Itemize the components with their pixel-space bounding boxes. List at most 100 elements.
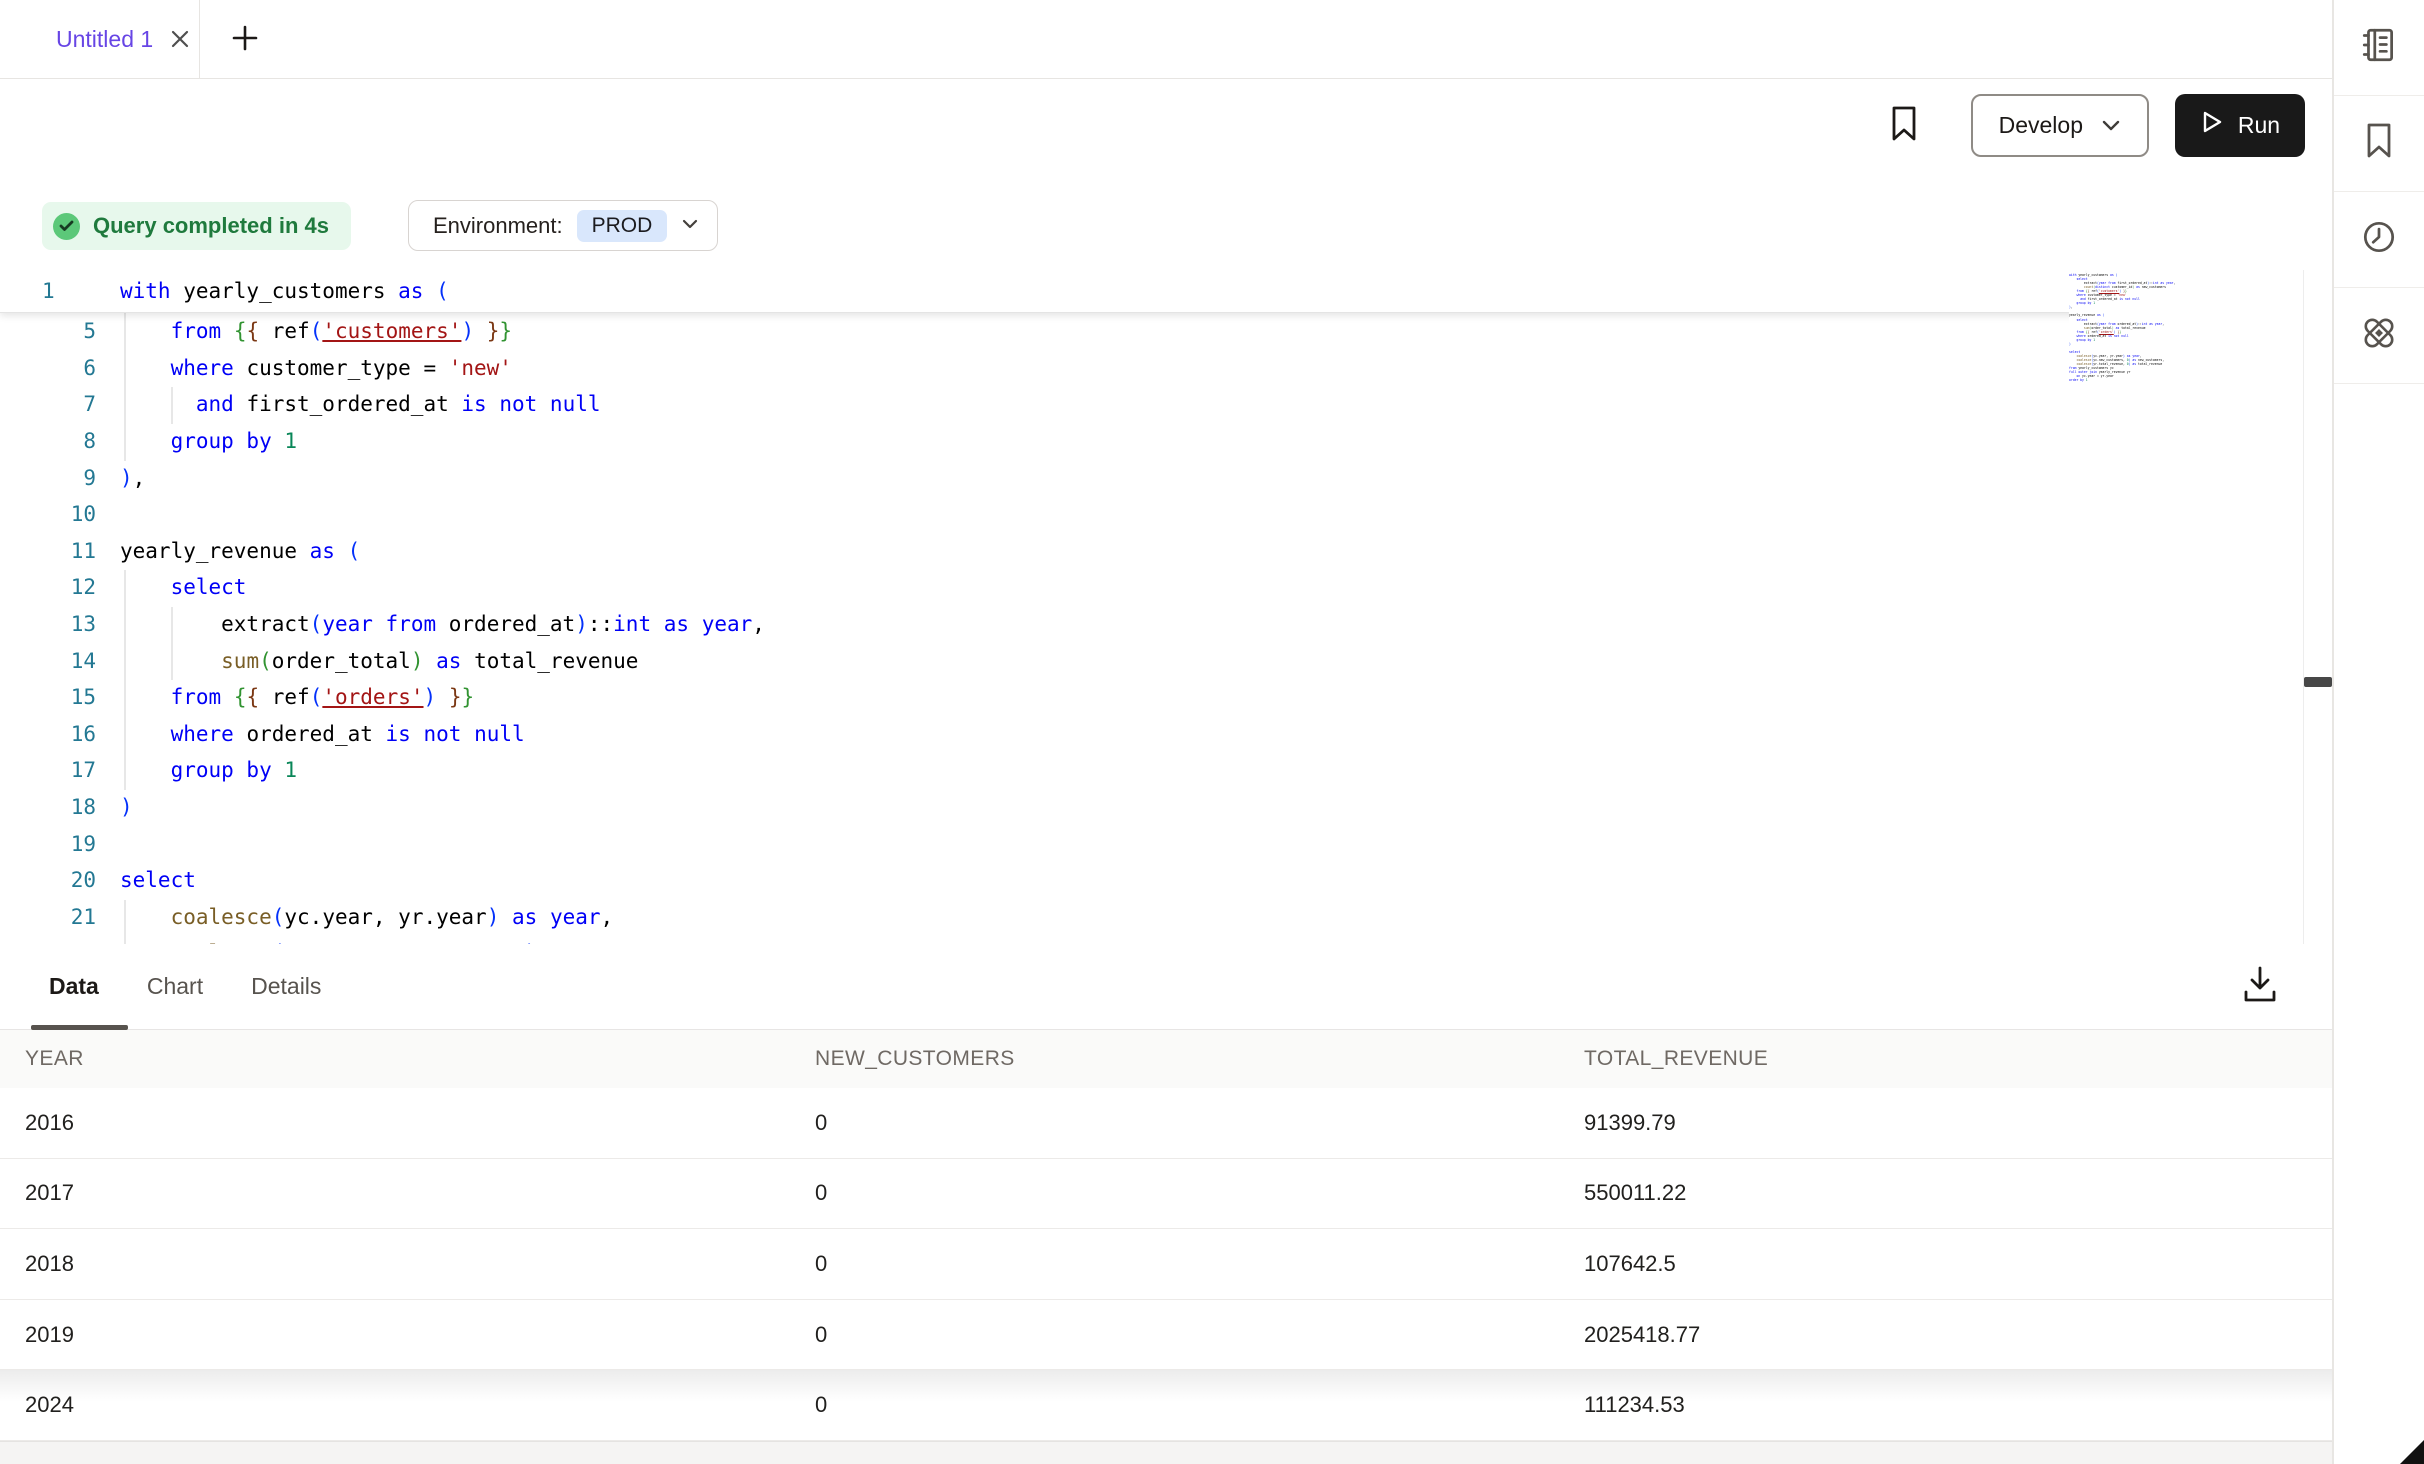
code-line-15[interactable]: 15 from {{ ref('orders') }} <box>0 679 2060 716</box>
code-line-16[interactable]: 16 where ordered_at is not null <box>0 716 2060 753</box>
history-clock-icon <box>2359 217 2399 262</box>
line-number: 20 <box>0 868 96 892</box>
code-line-13[interactable]: 13 extract(year from ordered_at)::int as… <box>0 606 2060 643</box>
table-cell: 91399.79 <box>1584 1110 2332 1136</box>
code-line-11[interactable]: 11yearly_revenue as ( <box>0 533 2060 570</box>
tab-bar: Untitled 1 <box>0 0 2332 79</box>
code-line-5[interactable]: 5 from {{ ref('customers') }} <box>0 313 2060 350</box>
right-icon-rail <box>2332 0 2424 1464</box>
table-row-2019: 201902025418.77 <box>0 1300 2332 1371</box>
active-tab-underline <box>31 1025 128 1030</box>
dbt-logo-icon <box>2358 312 2400 359</box>
table-row-2024: 20240111234.53 <box>0 1370 2332 1441</box>
line-number: 12 <box>0 575 96 599</box>
run-label: Run <box>2238 112 2280 139</box>
rail-item-dbt[interactable] <box>2334 288 2424 384</box>
code-line-10[interactable]: 10 <box>0 496 2060 533</box>
download-button[interactable] <box>2238 965 2282 1009</box>
line-number: 13 <box>0 612 96 636</box>
line-number: 6 <box>0 356 96 380</box>
chevron-down-icon <box>2101 112 2121 139</box>
code-line-21[interactable]: 21 coalesce(yc.year, yr.year) as year, <box>0 899 2060 936</box>
table-cell: 2024 <box>25 1392 815 1418</box>
line-number: 18 <box>0 795 96 819</box>
query-status-text: Query completed in 4s <box>93 213 329 239</box>
chevron-down-icon <box>681 217 699 235</box>
code-line-22[interactable]: 22 coalesce(yc.new_customers, 0) as new_… <box>0 935 2060 944</box>
code-line-20[interactable]: 20select <box>0 862 2060 899</box>
rail-item-bookmarks[interactable] <box>2334 96 2424 192</box>
sql-code-editor[interactable]: 5 from {{ ref('customers') }}6 where cus… <box>0 270 2332 944</box>
ref-link[interactable]: 'orders' <box>322 685 423 709</box>
line-number: 16 <box>0 722 96 746</box>
sql-ide-window: Untitled 1 Develop <box>0 0 2424 1464</box>
develop-label: Develop <box>1999 112 2083 139</box>
code-line-9[interactable]: 9), <box>0 459 2060 496</box>
close-icon[interactable] <box>169 28 191 50</box>
results-tab-data[interactable]: Data <box>49 973 99 1000</box>
tab-untitled-1[interactable]: Untitled 1 <box>0 0 200 78</box>
scrollbar-thumb[interactable] <box>2304 677 2332 687</box>
code-line-18[interactable]: 18) <box>0 789 2060 826</box>
code-line-6[interactable]: 6 where customer_type = 'new' <box>0 350 2060 387</box>
table-cell: 2019 <box>25 1322 815 1348</box>
code-line-14[interactable]: 14 sum(order_total) as total_revenue <box>0 642 2060 679</box>
indent-guide <box>124 313 126 461</box>
table-row-2018: 20180107642.5 <box>0 1229 2332 1300</box>
new-tab-button[interactable] <box>200 0 290 78</box>
table-cell: 0 <box>815 1110 1584 1136</box>
table-body: 2016091399.7920170550011.2220180107642.5… <box>0 1088 2332 1441</box>
code-line-19[interactable]: 19 <box>0 825 2060 862</box>
results-tab-chart[interactable]: Chart <box>147 973 203 1000</box>
code-line-12[interactable]: 12 select <box>0 569 2060 606</box>
status-row: Query completed in 4s Environment: PROD <box>0 171 2332 270</box>
horizontal-scrollbar-track[interactable] <box>0 1441 2332 1464</box>
environment-selector[interactable]: Environment: PROD <box>408 200 718 251</box>
table-cell: 0 <box>815 1392 1584 1418</box>
results-tab-bar: Data Chart Details <box>0 944 2332 1030</box>
play-icon <box>2200 109 2224 141</box>
indent-guide <box>124 900 126 944</box>
line-number: 5 <box>0 319 96 343</box>
main-area: Untitled 1 Develop <box>0 0 2332 1464</box>
code-line-8[interactable]: 8 group by 1 <box>0 423 2060 460</box>
toolbar: Develop Run <box>0 79 2332 171</box>
table-cell: 2025418.77 <box>1584 1322 2332 1348</box>
column-header-total_revenue: TOTAL_REVENUE <box>1584 1047 2332 1071</box>
table-cell: 0 <box>815 1322 1584 1348</box>
line-number: 21 <box>0 905 96 929</box>
indent-guide <box>171 607 173 680</box>
line-number: 17 <box>0 758 96 782</box>
code-line-1[interactable]: 1with yearly_customers as ( <box>0 270 2060 312</box>
check-circle-icon <box>53 213 80 240</box>
develop-dropdown-button[interactable]: Develop <box>1971 94 2149 157</box>
ref-link[interactable]: 'customers' <box>322 319 461 343</box>
bookmark-button[interactable] <box>1889 104 1919 147</box>
environment-value-chip: PROD <box>577 210 668 242</box>
resize-corner-grip[interactable] <box>2400 1440 2424 1464</box>
code-line-7[interactable]: 7 and first_ordered_at is not null <box>0 386 2060 423</box>
line-number: 19 <box>0 832 96 856</box>
run-button[interactable]: Run <box>2175 94 2305 157</box>
table-header-row: YEARNEW_CUSTOMERSTOTAL_REVENUE <box>0 1030 2332 1088</box>
scrollbar-track[interactable] <box>2303 270 2332 944</box>
download-icon <box>2241 965 2279 1010</box>
table-cell: 0 <box>815 1251 1584 1277</box>
sticky-scroll-line[interactable]: 1with yearly_customers as ( <box>0 270 2085 313</box>
table-row-2016: 2016091399.79 <box>0 1088 2332 1159</box>
column-header-year: YEAR <box>25 1047 815 1071</box>
notebook-icon <box>2359 25 2399 70</box>
indent-guide <box>124 570 126 790</box>
query-status-badge: Query completed in 4s <box>42 202 351 250</box>
table-cell: 2017 <box>25 1180 815 1206</box>
table-cell: 0 <box>815 1180 1584 1206</box>
line-number: 7 <box>0 392 96 416</box>
results-tab-details[interactable]: Details <box>251 973 321 1000</box>
rail-item-history[interactable] <box>2334 192 2424 288</box>
code-line-17[interactable]: 17 group by 1 <box>0 752 2060 789</box>
table-cell: 2018 <box>25 1251 815 1277</box>
minimap[interactable]: with yearly_customers as ( select extrac… <box>2069 273 2185 395</box>
rail-item-notebook[interactable] <box>2334 0 2424 96</box>
column-header-new_customers: NEW_CUSTOMERS <box>815 1047 1584 1071</box>
line-number: 9 <box>0 466 96 490</box>
